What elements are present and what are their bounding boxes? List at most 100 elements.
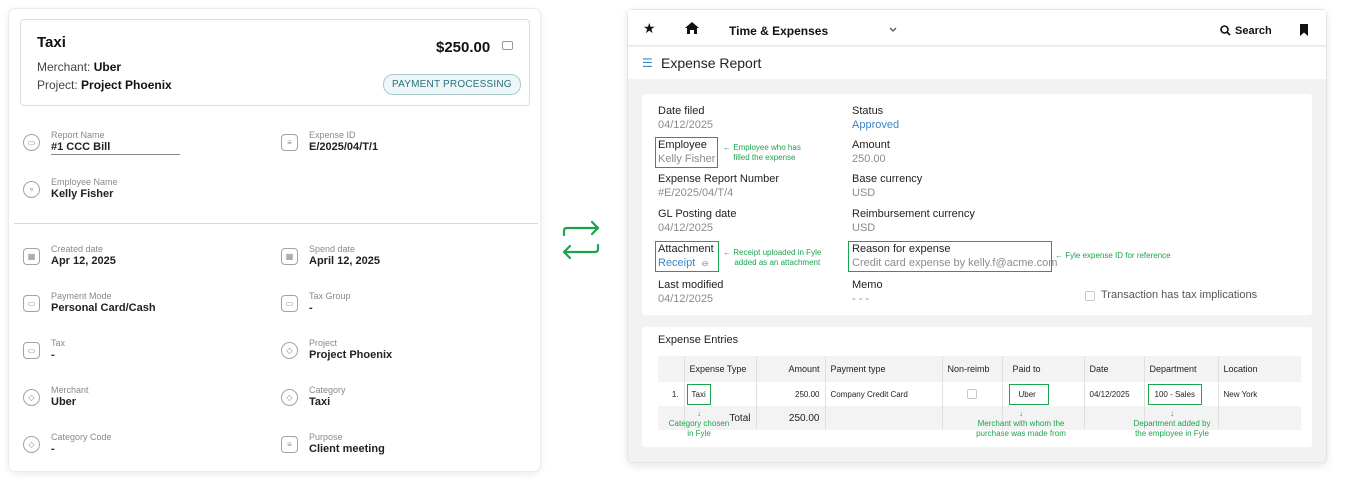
field-label: Tax Group <box>309 291 351 301</box>
cell-payment-type: Company Credit Card <box>825 382 943 406</box>
gl-posting-value: 04/12/2025 <box>658 222 714 234</box>
memo-label: Memo <box>852 279 883 291</box>
star-icon[interactable]: ★ <box>643 20 656 37</box>
memo-value: - - - <box>852 293 870 305</box>
col-header: Non-reimb <box>942 356 1003 382</box>
created-date-field: ▦ Created date Apr 12, 2025 <box>23 244 223 274</box>
down-arrow-icon: ↓ <box>1170 409 1174 418</box>
report-name-field[interactable]: ▭ Report Name #1 CCC Bill <box>23 130 223 160</box>
non-reimb-checkbox[interactable] <box>967 389 977 399</box>
category-code-field: ◇ Category Code - <box>23 432 223 462</box>
document-icon: ≡ <box>281 134 298 151</box>
purpose-field: ≡ Purpose Client meeting <box>281 432 481 462</box>
tax-checkbox-label: Transaction has tax implications <box>1101 289 1258 301</box>
expense-title: Taxi <box>37 34 66 51</box>
col-header: Location <box>1218 356 1301 382</box>
status-badge: PAYMENT PROCESSING <box>383 74 521 95</box>
field-value: Project Phoenix <box>309 349 393 361</box>
user-icon: ⚬ <box>23 181 40 198</box>
base-currency-value: USD <box>852 187 876 199</box>
field-label: Category <box>309 385 346 395</box>
field-value: Personal Card/Cash <box>51 302 156 314</box>
receipt-link[interactable]: Receipt <box>658 257 695 269</box>
cell-paid-to[interactable]: Uber <box>1002 382 1085 406</box>
employee-value: Kelly Fisher <box>658 153 716 165</box>
expense-id-field: ≡ Expense ID E/2025/04/T/1 <box>281 130 481 160</box>
status-value: Approved <box>852 119 900 131</box>
employee-label: Employee <box>658 139 707 151</box>
search-icon[interactable] <box>1220 25 1231 36</box>
card-icon <box>502 41 513 50</box>
home-icon[interactable] <box>684 21 700 35</box>
department-value: 100 - Sales <box>1147 383 1202 405</box>
field-value: Kelly Fisher <box>51 188 114 200</box>
employee-annotation: ← Employee who has filled the expense <box>723 143 801 162</box>
chevron-down-icon[interactable] <box>889 27 897 33</box>
category-field: ◇ Category Taxi <box>281 385 481 415</box>
field-label: Merchant <box>51 385 89 395</box>
department-annotation: ↓ Department added by the employee in Fyl… <box>1127 409 1217 439</box>
payment-mode-field: ▭ Payment Mode Personal Card/Cash <box>23 291 223 321</box>
calendar-icon: ▦ <box>281 248 298 265</box>
cell-expense-type[interactable]: Taxi <box>684 382 757 406</box>
cell-department[interactable]: 100 - Sales <box>1144 382 1219 406</box>
table-row[interactable]: 1. Taxi 250.00 Company Credit Card Uber … <box>658 382 1301 406</box>
reimb-currency-label: Reimbursement currency <box>852 208 975 220</box>
tag-icon: ◇ <box>23 389 40 406</box>
down-arrow-icon: ↓ <box>1019 409 1023 418</box>
spend-date-field: ▦ Spend date April 12, 2025 <box>281 244 481 274</box>
field-label: Category Code <box>51 432 112 442</box>
field-value: #1 CCC Bill <box>51 141 180 155</box>
reimb-currency-value: USD <box>852 222 876 234</box>
search-button[interactable]: Search <box>1235 25 1272 37</box>
erp-window: ★ Time & Expenses Search ☰ Expense Repor… <box>628 10 1326 462</box>
field-label: Tax <box>51 338 66 348</box>
table-header-row: Expense Type Amount Payment type Non-rei… <box>658 356 1301 382</box>
report-number-label: Expense Report Number <box>658 173 780 185</box>
status-label: Status <box>852 105 884 117</box>
field-label: Created date <box>51 244 104 254</box>
col-header: Date <box>1084 356 1145 382</box>
expense-summary-card[interactable]: Taxi Merchant: Uber Project: Project Pho… <box>20 19 530 106</box>
col-header: Department <box>1144 356 1219 382</box>
project-field: ◇ Project Project Phoenix <box>281 338 481 368</box>
gl-posting-label: GL Posting date <box>658 208 737 220</box>
annotation-text: Merchant with whom the purchase was made… <box>976 419 1066 438</box>
module-title[interactable]: Time & Expenses <box>729 24 828 38</box>
field-value: Client meeting <box>309 443 385 455</box>
total-value: 250.00 <box>756 406 826 430</box>
page-header: ☰ Expense Report <box>628 47 1326 79</box>
merchant-label: Merchant: <box>37 60 91 74</box>
category-annotation: ↓ Category chosen in Fyle <box>662 409 736 439</box>
reason-value: Credit card expense by kelly.f@acme.com <box>852 257 1058 269</box>
project-value: Project Phoenix <box>81 78 172 92</box>
cell-non-reimb <box>942 382 1003 406</box>
receipt-annotation: ← Receipt uploaded in Fyle added as an a… <box>723 248 822 267</box>
project-line: Project: Project Phoenix <box>37 78 172 92</box>
field-value: - <box>51 349 55 361</box>
annotation-text: Fyle expense ID for reference <box>1065 251 1171 260</box>
merchant-line: Merchant: Uber <box>37 60 121 74</box>
project-label: Project: <box>37 78 78 92</box>
merchant-annotation: ↓ Merchant with whom the purchase was mad… <box>971 409 1071 439</box>
report-number-value: #E/2025/04/T/4 <box>658 187 734 199</box>
tag-icon: ◇ <box>281 342 298 359</box>
col-header: Payment type <box>825 356 943 382</box>
tax-checkbox[interactable] <box>1085 291 1095 301</box>
card-icon: ▭ <box>23 342 40 359</box>
folder-icon: ▭ <box>23 134 40 151</box>
date-filed-value: 04/12/2025 <box>658 119 714 131</box>
expense-amount: $250.00 <box>436 39 491 56</box>
field-label: Payment Mode <box>51 291 112 301</box>
field-label: Expense ID <box>309 130 356 140</box>
entries-title: Expense Entries <box>658 334 739 346</box>
card-icon: ▭ <box>281 295 298 312</box>
base-currency-label: Base currency <box>852 173 923 185</box>
field-value: E/2025/04/T/1 <box>309 141 379 153</box>
date-filed-label: Date filed <box>658 105 705 117</box>
document-icon: ≡ <box>281 436 298 453</box>
expense-entries-panel: Expense Entries Expense Type Amount Paym… <box>642 327 1312 447</box>
bookmark-icon[interactable] <box>1300 24 1308 36</box>
tax-field: ▭ Tax - <box>23 338 223 368</box>
tax-group-field: ▭ Tax Group - <box>281 291 481 321</box>
